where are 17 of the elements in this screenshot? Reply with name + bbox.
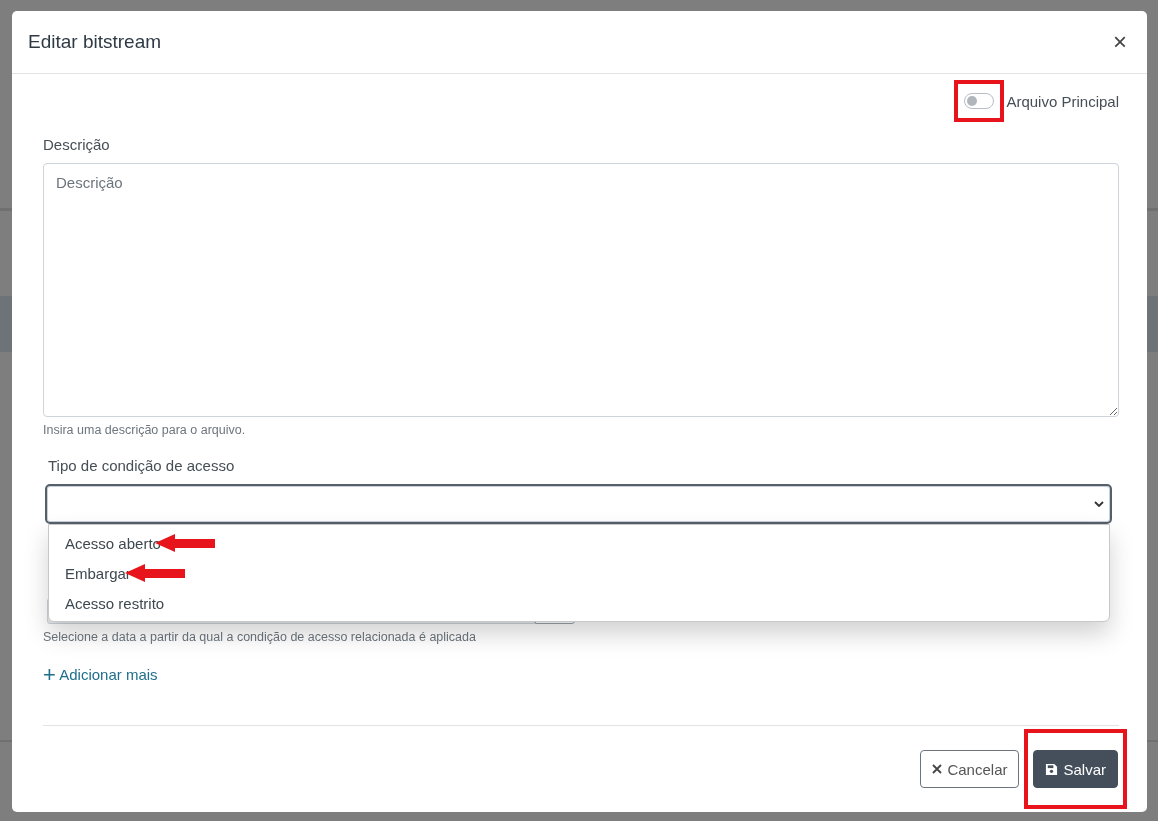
cancel-button[interactable]: Cancelar [920,750,1020,788]
chevron-down-icon [1094,501,1104,507]
close-button[interactable]: × [1109,28,1131,56]
field-label: Tipo de condição de acesso [48,457,236,474]
dropdown-option[interactable]: Embargar [65,564,131,582]
help-text: Insira uma descrição para o arquivo. [43,423,247,437]
dropdown-option[interactable]: Acesso restrito [65,594,165,612]
description-field[interactable]: Descrição [43,163,1119,417]
toggle-label: Arquivo Principal [1006,92,1119,110]
help-text: Selecione a data a partir da qual a condição de acesso relacionada é aplicada [43,630,477,644]
dialog-title: Editar bitstream [28,31,162,53]
dropdown-option[interactable]: Acesso aberto [65,534,161,552]
close-icon [932,764,943,774]
select-field[interactable] [45,484,1112,524]
field-label: Descrição [43,136,111,153]
save-button[interactable]: Salvar [1033,750,1118,788]
toggle-switch[interactable] [964,93,995,109]
